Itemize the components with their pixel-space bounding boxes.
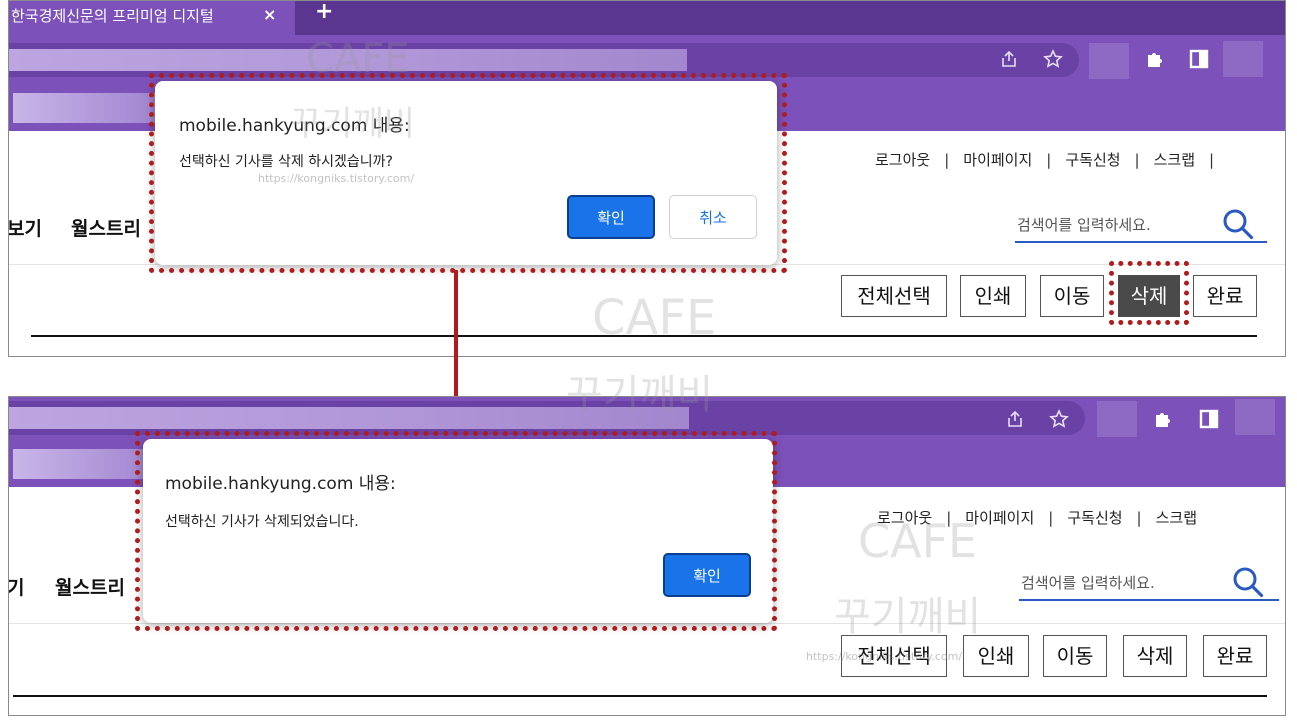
search-input[interactable]: [1019, 573, 1193, 593]
blurred-bookmarks: [13, 93, 163, 123]
subscribe-link[interactable]: 구독신청: [1067, 509, 1122, 527]
move-button[interactable]: 이동: [1043, 635, 1107, 677]
divider: |: [1209, 151, 1215, 169]
divider: |: [1048, 509, 1054, 527]
watermark-url: https://kongniks.tistory.com/: [806, 650, 963, 663]
profile-avatar-blurred[interactable]: [1223, 41, 1263, 77]
profile-avatar-blurred[interactable]: [1235, 399, 1275, 435]
tab-title: 한국경제신문의 프리미엄 디지털: [11, 7, 214, 25]
dialog-highlight-box: [149, 73, 787, 273]
side-panel-icon[interactable]: [1199, 409, 1219, 434]
share-icon[interactable]: [1005, 409, 1025, 434]
extensions-puzzle-icon[interactable]: [1153, 409, 1173, 434]
bookmark-star-icon[interactable]: [1043, 49, 1063, 74]
nav-item-wallstreet-partial[interactable]: 월스트리: [71, 214, 141, 241]
divider: |: [1134, 151, 1140, 169]
bookmark-star-icon[interactable]: [1049, 409, 1069, 434]
delete-button[interactable]: 삭제: [1123, 635, 1187, 677]
logout-link[interactable]: 로그아웃: [875, 151, 930, 169]
extensions-puzzle-icon[interactable]: [1145, 49, 1165, 74]
nav-item-view-partial[interactable]: 기: [9, 573, 24, 600]
extension-icon-blurred[interactable]: [1097, 401, 1137, 437]
search-box: [1015, 209, 1267, 243]
divider: |: [1136, 509, 1142, 527]
watermark-name: 꾸기깨비: [290, 104, 416, 144]
watermark-cafe: CAFE: [858, 514, 978, 568]
nav-item-view-partial[interactable]: 보기: [9, 214, 42, 241]
done-button[interactable]: 완료: [1203, 635, 1267, 677]
watermark-url: https://kongniks.tistory.com/: [258, 172, 415, 185]
search-icon[interactable]: [1231, 565, 1265, 603]
dialog-highlight-box: [135, 431, 777, 631]
scrap-link[interactable]: 스크랩: [1154, 151, 1195, 169]
search-icon[interactable]: [1221, 207, 1255, 245]
scrap-link[interactable]: 스크랩: [1156, 509, 1197, 527]
extension-icon-blurred[interactable]: [1089, 43, 1129, 79]
side-panel-icon[interactable]: [1189, 49, 1209, 74]
utility-links: 로그아웃 | 마이페이지 | 구독신청 | 스크랩 |: [875, 149, 1228, 170]
done-button[interactable]: 완료: [1193, 275, 1257, 317]
tab-close-icon[interactable]: ×: [263, 5, 276, 24]
nav-item-wallstreet-partial[interactable]: 월스트리: [55, 573, 125, 600]
browser-tabstrip: 한국경제신문의 프리미엄 디지털 × +: [9, 1, 1285, 35]
divider: |: [944, 151, 950, 169]
new-tab-button[interactable]: +: [315, 1, 333, 23]
subscribe-link[interactable]: 구독신청: [1065, 151, 1120, 169]
browser-tab[interactable]: 한국경제신문의 프리미엄 디지털 ×: [9, 1, 295, 35]
print-button[interactable]: 인쇄: [960, 275, 1026, 317]
address-bar[interactable]: [9, 43, 1079, 77]
search-input[interactable]: [1015, 215, 1189, 235]
content-top-rule: [13, 695, 1267, 697]
address-bar[interactable]: [9, 401, 1085, 435]
move-button[interactable]: 이동: [1040, 275, 1104, 317]
watermark-name: 꾸기깨비: [834, 594, 982, 640]
search-box: [1019, 567, 1279, 601]
mypage-link[interactable]: 마이페이지: [963, 151, 1032, 169]
watermark-name: 꾸기깨비: [566, 372, 714, 418]
watermark-cafe: CAFE: [592, 290, 717, 346]
share-icon[interactable]: [999, 49, 1019, 74]
select-all-button[interactable]: 전체선택: [841, 275, 947, 317]
watermark-cafe: CAFE: [306, 36, 410, 82]
divider: |: [1046, 151, 1052, 169]
screenshot-after: 로그아웃|마이페이지|구독신청|스크랩 기 월스트리 전체선택 인쇄 이동 삭제…: [8, 396, 1286, 716]
delete-highlight-box: [1109, 261, 1189, 325]
